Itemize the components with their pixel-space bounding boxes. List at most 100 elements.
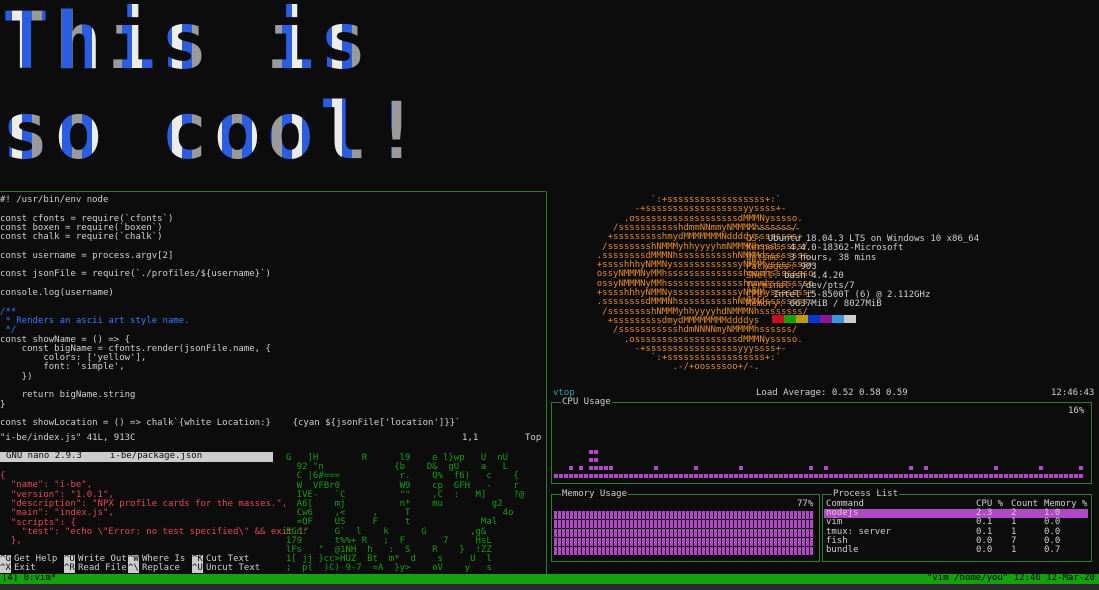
cpu-graph-cell — [614, 474, 618, 478]
vim-status-scroll: Top — [525, 433, 542, 443]
cpu-graph-cell — [1024, 474, 1028, 478]
proc-cell[interactable]: 0.0 — [976, 545, 992, 555]
banner-line-1: This is — [2, 0, 373, 87]
cpu-graph-cell — [734, 474, 738, 478]
cpu-graph-cell — [679, 474, 683, 478]
cpu-graph-cell — [864, 474, 868, 478]
cpu-graph-cell — [904, 474, 908, 478]
cpu-graph-cell — [634, 474, 638, 478]
tmux-status-bar: [4] 0:vim* "vim /home/you" 12:46 12-Mar-… — [0, 573, 1099, 584]
cpu-graph-cell — [599, 474, 603, 478]
cpu-graph-cell — [999, 474, 1003, 478]
cpu-graph-cell — [609, 474, 613, 478]
cpu-graph-cell — [1079, 466, 1083, 470]
cpu-graph-cell — [979, 474, 983, 478]
palette-swatch — [820, 315, 832, 323]
cpu-graph-cell — [814, 474, 818, 478]
cpu-graph-cell — [674, 474, 678, 478]
cpu-graph-cell — [569, 474, 573, 478]
nano-pane[interactable]: GNU nano 2.9.3 i-be/package.json { "name… — [0, 451, 309, 574]
cpu-graph-cell — [589, 474, 593, 478]
info-key-memory: Memory — [746, 299, 779, 310]
nano-shortcut-label[interactable]: Replace — [142, 563, 180, 573]
nano-shortcut-key: ^X — [0, 563, 11, 574]
cpu-graph-cell — [799, 474, 803, 478]
cpu-graph-cell — [654, 466, 658, 470]
cpu-graph-cell — [839, 474, 843, 478]
matrix-rain-pane: G ]H R l9 e l}wp U nU 92 "n {b D& gU a L… — [275, 452, 545, 573]
memory-graph-row — [554, 547, 814, 555]
cpu-usage-title: CPU Usage — [561, 397, 612, 408]
cpu-graph-cell — [919, 474, 923, 478]
cpu-graph-cell — [854, 474, 858, 478]
cpu-graph-cell — [809, 474, 813, 478]
cpu-graph-cell — [994, 466, 998, 470]
nano-version: GNU nano 2.9.3 — [6, 451, 82, 461]
nano-shortcut-label[interactable]: Exit — [14, 563, 36, 573]
cpu-graph-cell — [604, 474, 608, 478]
cpu-graph-cell — [874, 474, 878, 478]
memory-graph-row — [554, 529, 814, 537]
cpu-graph-cell — [784, 474, 788, 478]
cpu-graph-cell — [644, 474, 648, 478]
cpu-graph-cell — [1069, 474, 1073, 478]
nano-shortcut-label[interactable]: Uncut Text — [206, 563, 260, 573]
cpu-usage-value: 16% — [1068, 406, 1085, 416]
palette-swatch — [808, 315, 820, 323]
cpu-graph-cell — [669, 474, 673, 478]
cpu-graph-cell — [664, 474, 668, 478]
cpu-graph-cell — [599, 466, 603, 470]
cpu-graph-cell — [654, 474, 658, 478]
cpu-graph-cell — [594, 466, 598, 470]
cpu-graph-cell — [964, 474, 968, 478]
cpu-graph-cell — [1034, 474, 1038, 478]
palette-swatch — [784, 315, 796, 323]
cpu-graph-cell — [1064, 474, 1068, 478]
cpu-graph-cell — [804, 474, 808, 478]
cpu-graph-cell — [559, 474, 563, 478]
process-list-title: Process List — [832, 489, 900, 500]
cpu-graph-cell — [584, 474, 588, 478]
vim-line: * Renders an ascii art style name. — [0, 315, 190, 326]
cpu-usage-graph — [554, 450, 1083, 478]
cpu-graph-cell — [619, 474, 623, 478]
cpu-graph-cell — [724, 474, 728, 478]
vtop-clock: 12:46:43 — [1051, 388, 1095, 398]
nano-shortcut-key: ^R — [64, 563, 75, 574]
cpu-graph-cell — [604, 466, 608, 470]
cpu-graph-cell — [609, 466, 613, 470]
cpu-graph-cell — [1039, 474, 1043, 478]
proc-cell[interactable]: bundle — [826, 545, 859, 555]
cpu-graph-cell — [869, 474, 873, 478]
proc-cell[interactable]: 0.7 — [1044, 545, 1060, 555]
cpu-graph-cell — [579, 474, 583, 478]
cpu-graph-cell — [1044, 474, 1048, 478]
memory-usage-title: Memory Usage — [561, 489, 629, 500]
cpu-graph-cell — [594, 458, 598, 462]
cpu-graph-cell — [944, 474, 948, 478]
ascii-banner: This is so cool! — [0, 0, 1099, 190]
info-value-memory: 6637MiB / 8027MiB — [789, 299, 882, 310]
cpu-graph-cell — [1019, 474, 1023, 478]
cpu-graph-cell — [809, 466, 813, 470]
memory-graph-row — [554, 520, 814, 528]
cpu-graph-cell — [1029, 474, 1033, 478]
tmux-window-list[interactable]: [4] 0:vim* — [2, 573, 56, 583]
cpu-graph-cell — [594, 474, 598, 478]
cpu-graph-cell — [844, 474, 848, 478]
vim-pane[interactable]: #! /usr/bin/env node const cfonts = requi… — [0, 192, 545, 450]
vim-status-position: 1,1 — [462, 433, 479, 443]
cpu-graph-cell — [569, 466, 573, 470]
info-colon: : — [778, 299, 785, 310]
nano-shortcut-label[interactable]: Read File — [78, 563, 127, 573]
cpu-graph-cell — [659, 474, 663, 478]
vim-line: } — [0, 399, 6, 410]
cpu-graph-cell — [709, 474, 713, 478]
cpu-graph-cell — [899, 474, 903, 478]
cpu-graph-cell — [1014, 474, 1018, 478]
proc-cell[interactable]: 1 — [1011, 545, 1016, 555]
cpu-graph-cell — [629, 474, 633, 478]
pane-divider-top — [0, 191, 545, 192]
cpu-graph-cell — [1054, 474, 1058, 478]
cpu-graph-cell — [859, 474, 863, 478]
